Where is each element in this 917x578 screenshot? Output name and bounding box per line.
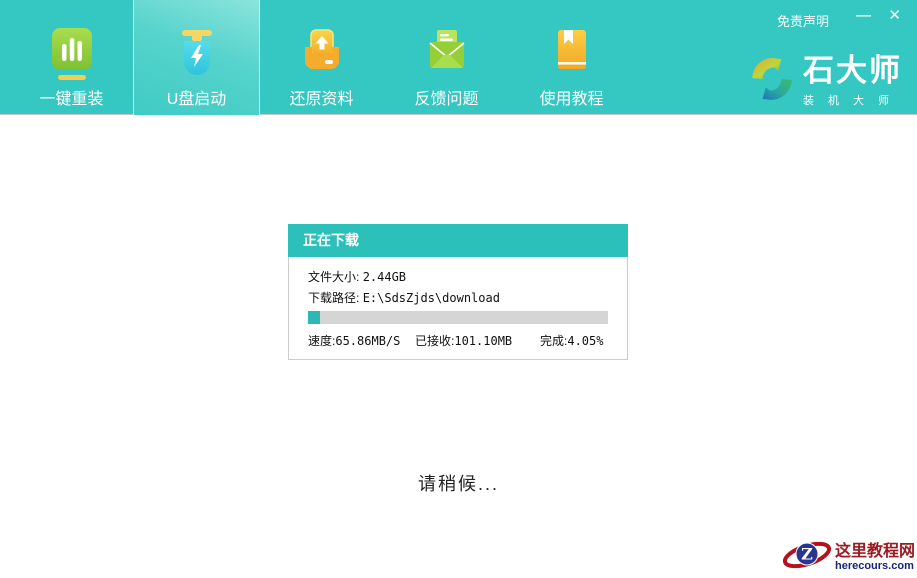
stats-row: 速度:65.86MB/S 已接收:101.10MB 完成:4.05%	[308, 332, 608, 349]
feedback-envelope-icon	[424, 27, 470, 84]
speed-stat: 速度:65.86MB/S	[308, 332, 415, 349]
app-logo-icon	[750, 56, 794, 107]
tutorial-book-icon	[549, 27, 595, 84]
restore-tray-icon	[299, 27, 345, 84]
site-logo-icon: Z	[782, 538, 832, 577]
svg-text:Z: Z	[801, 545, 813, 564]
tab-label: 还原资料	[289, 85, 353, 109]
disclaimer-link[interactable]: 免责声明	[777, 11, 829, 30]
file-size-label: 文件大小:	[308, 270, 359, 284]
tab-tutorial[interactable]: 使用教程	[509, 0, 634, 115]
received-stat: 已接收:101.10MB	[415, 332, 540, 349]
minimize-icon[interactable]: —	[856, 7, 871, 25]
done-stat: 完成:4.05%	[540, 332, 603, 349]
please-wait-text: 请稍候...	[0, 470, 917, 496]
app-title: 石大师	[803, 55, 903, 88]
watermark-site-name: 这里教程网	[835, 543, 915, 561]
download-dialog: 正在下载 文件大小: 2.44GB 下载路径: E:\SdsZjds\downl…	[288, 224, 628, 360]
dialog-body: 文件大小: 2.44GB 下载路径: E:\SdsZjds\download 速…	[288, 257, 628, 360]
progress-fill	[308, 311, 320, 324]
app-window: 一键重装 U盘启动	[0, 0, 917, 578]
dialog-title: 正在下载	[288, 224, 628, 257]
bar-chart-icon	[49, 27, 95, 84]
download-path-label: 下载路径:	[308, 291, 359, 305]
progress-bar-track	[308, 311, 608, 324]
watermark-site-url: herecours.com	[835, 560, 915, 572]
app-logo: 石大师 装机大师	[750, 55, 903, 108]
tab-label: 一键重装	[39, 85, 103, 109]
site-watermark: Z 这里教程网 herecours.com	[782, 538, 915, 577]
tab-usb-boot[interactable]: U盘启动	[133, 0, 260, 115]
tab-label: 反馈问题	[414, 85, 478, 109]
tab-one-click-reinstall[interactable]: 一键重装	[9, 0, 134, 115]
tab-restore-data[interactable]: 还原资料	[259, 0, 384, 115]
header-bar: 一键重装 U盘启动	[0, 0, 917, 115]
file-size-row: 文件大小: 2.44GB	[308, 267, 608, 288]
file-size-value: 2.44GB	[363, 270, 406, 284]
nav-tabs: 一键重装 U盘启动	[9, 0, 634, 115]
usb-drive-icon	[174, 27, 220, 84]
close-icon[interactable]: ✕	[888, 7, 901, 25]
tab-label: 使用教程	[539, 85, 603, 109]
tab-feedback[interactable]: 反馈问题	[384, 0, 509, 115]
download-path-row: 下载路径: E:\SdsZjds\download	[308, 288, 608, 309]
tab-label: U盘启动	[167, 85, 227, 109]
app-subtitle: 装机大师	[803, 92, 903, 108]
download-path-value: E:\SdsZjds\download	[363, 291, 500, 305]
